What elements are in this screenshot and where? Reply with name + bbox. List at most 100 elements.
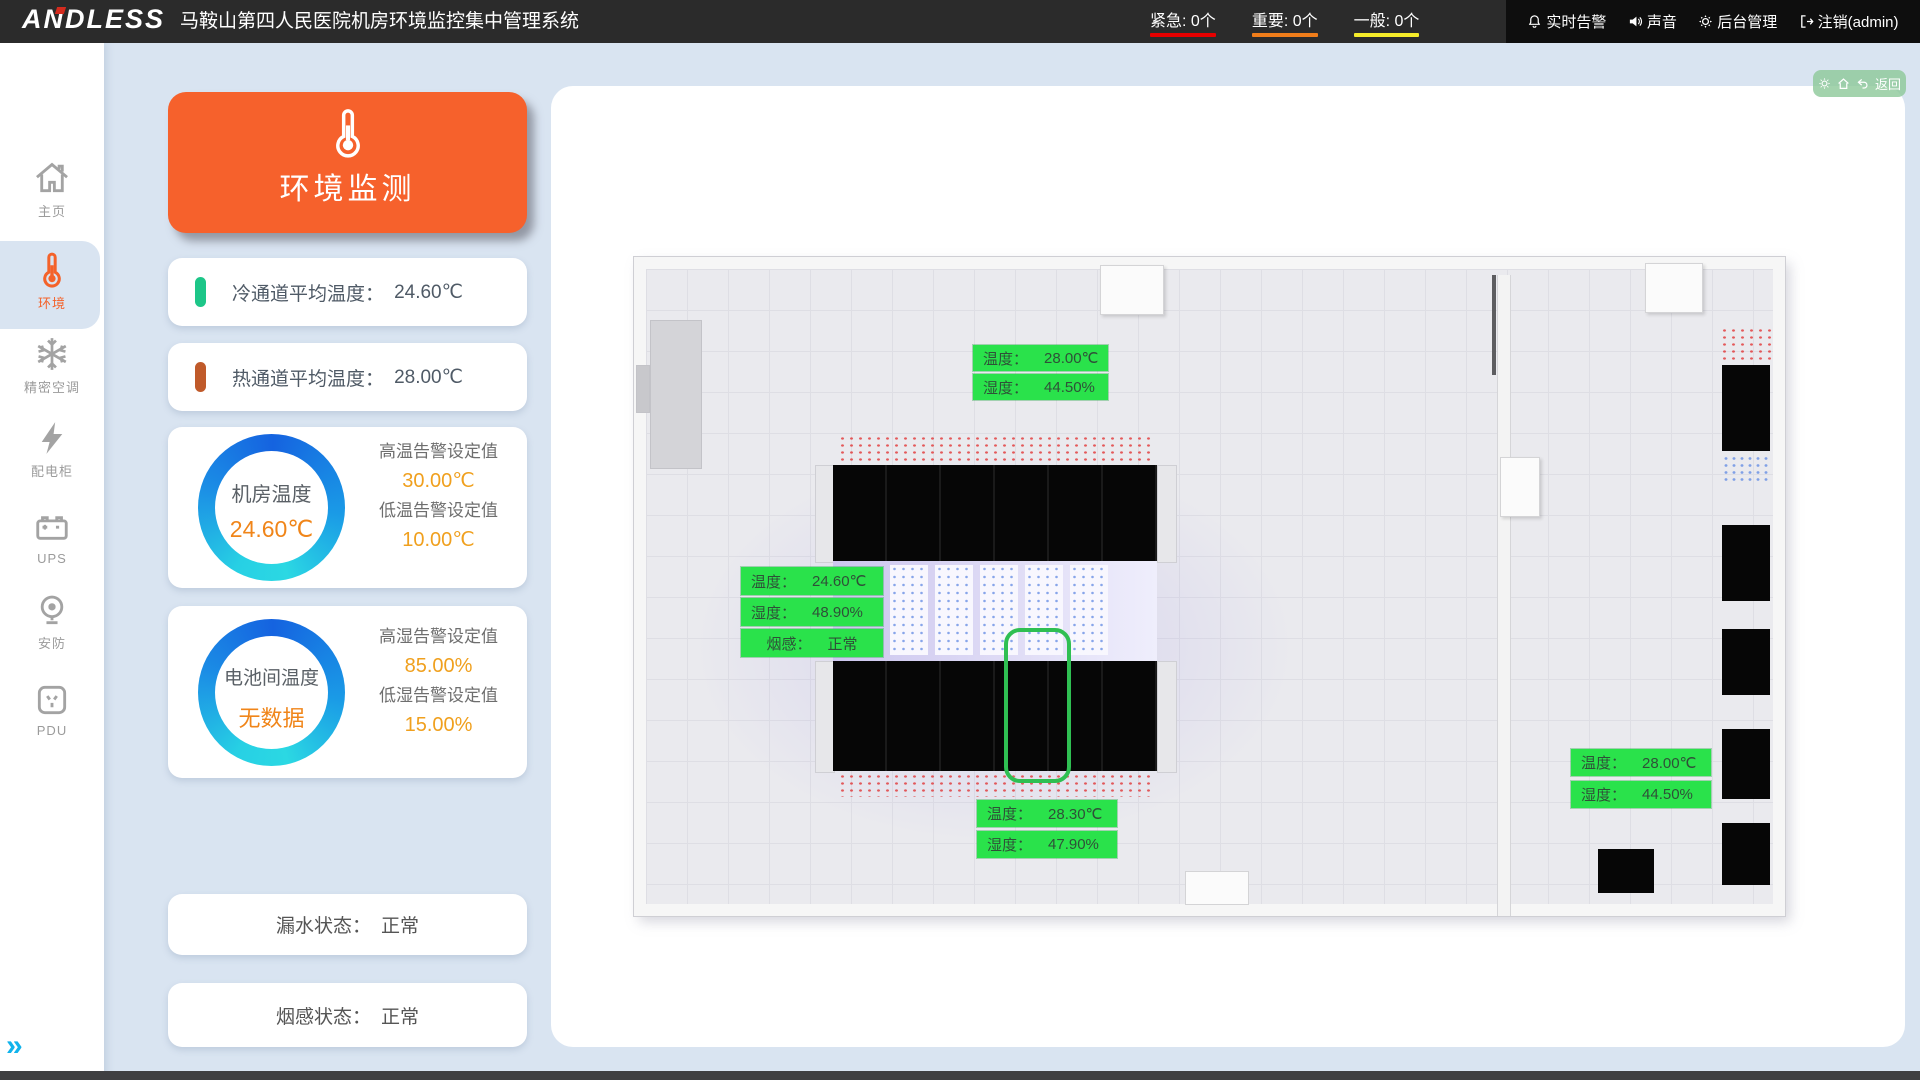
room-temperature-gauge-card: 机房温度 24.60℃ 高温告警设定值 30.00℃ 低温告警设定值 10.00…	[168, 427, 527, 588]
cold-aisle-value: 24.60℃	[394, 281, 463, 304]
partition-wall	[1497, 275, 1511, 916]
battery-room-gauge-card: 电池间温度 无数据 高湿告警设定值 85.00% 低湿告警设定值 15.00%	[168, 606, 527, 778]
sidebar-item-hvac[interactable]: 精密空调	[0, 335, 104, 396]
cold-air-particles-right	[1722, 455, 1770, 481]
top-bar: ANDLESS 马鞍山第四人民医院机房环境监控集中管理系统 紧急: 0个 重要:…	[0, 0, 1920, 43]
alarm-minor-count: 0个	[1395, 13, 1420, 30]
hot-air-particles-top	[838, 435, 1154, 463]
alarm-critical[interactable]: 紧急: 0个	[1150, 7, 1216, 37]
rack-endcap	[815, 465, 835, 563]
hot-air-particles-bottom	[838, 773, 1154, 797]
bottom-scroll-strip[interactable]	[0, 1071, 1920, 1080]
map-settings-gear-icon[interactable]	[1818, 77, 1831, 90]
alarm-minor-label: 一般:	[1354, 13, 1390, 30]
alarm-major-underline	[1252, 33, 1318, 37]
battery-room-gauge-value: 无数据	[198, 701, 345, 733]
wall-alcove	[650, 320, 702, 469]
low-temp-limit-value: 10.00℃	[360, 525, 517, 555]
floor-cabinet	[1598, 849, 1654, 893]
thermometer-big-icon	[322, 104, 374, 162]
rack-front-panel	[890, 565, 928, 655]
sidebar-item-ups[interactable]: UPS	[0, 509, 104, 566]
map-home-icon[interactable]	[1837, 77, 1850, 90]
alarm-critical-label: 紧急:	[1150, 13, 1186, 30]
alarm-major-count: 0个	[1293, 13, 1318, 30]
environment-monitor-card: 环境监测	[168, 92, 527, 233]
sidebar: 主页 环境 精密空调 配电柜 UPS 安防 PDU »	[0, 43, 104, 1080]
rack-front-panel	[935, 565, 973, 655]
alarm-summary: 紧急: 0个 重要: 0个 一般: 0个	[1150, 0, 1419, 43]
rack-row-top	[833, 465, 1157, 561]
sidebar-item-power-cabinet[interactable]: 配电柜	[0, 419, 104, 480]
partition-pole	[1492, 275, 1496, 375]
room-temperature-gauge-value: 24.60℃	[198, 516, 345, 543]
sensor-label-right: 温度：28.00℃ 湿度：44.50%	[1571, 749, 1711, 811]
hot-aisle-label: 热通道平均温度：	[232, 364, 384, 391]
high-temp-limit-label: 高温告警设定值	[360, 437, 517, 466]
sidebar-expand-button[interactable]: »	[6, 1031, 23, 1061]
smoke-status-card: 烟感状态： 正常	[168, 983, 527, 1047]
wall-cabinet	[1500, 457, 1540, 517]
smoke-status-label: 烟感状态：	[276, 1002, 371, 1029]
low-humidity-limit-label: 低湿告警设定值	[360, 681, 517, 710]
alarm-minor-underline	[1354, 33, 1420, 37]
sound-button[interactable]: 声音	[1628, 11, 1677, 32]
wall-rack	[1722, 365, 1770, 451]
rack-endcap	[815, 661, 835, 773]
water-leak-label: 漏水状态：	[276, 911, 371, 938]
hot-air-particles-right	[1720, 327, 1772, 361]
sidebar-item-home[interactable]: 主页	[0, 159, 104, 220]
screen: ANDLESS 马鞍山第四人民医院机房环境监控集中管理系统 紧急: 0个 重要:…	[0, 0, 1920, 1080]
wall-rack	[1722, 729, 1770, 799]
bell-icon	[1527, 14, 1542, 29]
admin-button[interactable]: 后台管理	[1698, 11, 1777, 32]
lightning-icon	[33, 419, 71, 457]
battery-room-gauge-name: 电池间温度	[198, 663, 345, 690]
speaker-icon	[1628, 14, 1643, 29]
brand-logo: ANDLESS	[22, 4, 165, 35]
sidebar-item-environment[interactable]: 环境	[0, 251, 104, 312]
alarm-major[interactable]: 重要: 0个	[1252, 7, 1318, 37]
wall-rack	[1722, 525, 1770, 601]
cold-aisle-label: 冷通道平均温度：	[232, 279, 384, 306]
realtime-alarm-button[interactable]: 实时告警	[1527, 11, 1606, 32]
logout-button[interactable]: 注销(admin)	[1799, 11, 1899, 32]
alarm-critical-count: 0个	[1191, 13, 1216, 30]
room-temperature-gauge-name: 机房温度	[198, 478, 345, 507]
snowflake-icon	[33, 335, 71, 373]
wall-fixture	[636, 365, 650, 413]
wall-rack	[1722, 823, 1770, 885]
page-title: 马鞍山第四人民医院机房环境监控集中管理系统	[180, 0, 579, 43]
alarm-minor[interactable]: 一般: 0个	[1354, 7, 1420, 37]
low-humidity-limit-value: 15.00%	[360, 710, 517, 740]
battery-icon	[33, 509, 71, 547]
rack-endcap	[1157, 465, 1177, 563]
high-humidity-limit-label: 高湿告警设定值	[360, 622, 517, 651]
socket-icon	[33, 681, 71, 719]
home-icon	[33, 159, 71, 197]
smoke-status-value: 正常	[381, 1002, 419, 1029]
map-back-arrow-icon[interactable]	[1856, 77, 1869, 90]
thermometer-icon	[33, 251, 71, 289]
bottom-wall-stub	[1185, 871, 1249, 905]
sidebar-item-security[interactable]: 安防	[0, 591, 104, 652]
water-leak-status-card: 漏水状态： 正常	[168, 894, 527, 955]
wall-rack	[1722, 629, 1770, 695]
sensor-label-bottom: 温度：28.30℃ 湿度：47.90%	[977, 800, 1117, 861]
sensor-label-top: 温度：28.00℃ 湿度：44.50%	[973, 345, 1108, 403]
water-leak-value: 正常	[381, 911, 419, 938]
map-toolbar: 返回	[1813, 70, 1906, 97]
room-temperature-gauge-ring: 机房温度 24.60℃	[198, 434, 345, 581]
alarm-major-label: 重要:	[1252, 13, 1288, 30]
logout-icon	[1799, 14, 1814, 29]
map-back-button[interactable]: 返回	[1875, 74, 1901, 93]
rack-endcap	[1157, 661, 1177, 773]
rack-front-panel	[1070, 565, 1108, 655]
hot-aisle-value: 28.00℃	[394, 366, 463, 389]
high-humidity-limit-value: 85.00%	[360, 651, 517, 681]
sidebar-item-pdu[interactable]: PDU	[0, 681, 104, 738]
alarm-critical-underline	[1150, 33, 1216, 37]
cold-aisle-card: 冷通道平均温度： 24.60℃	[168, 258, 527, 326]
selected-rack-highlight[interactable]	[1004, 628, 1071, 783]
room-temperature-limits: 高温告警设定值 30.00℃ 低温告警设定值 10.00℃	[360, 437, 517, 555]
